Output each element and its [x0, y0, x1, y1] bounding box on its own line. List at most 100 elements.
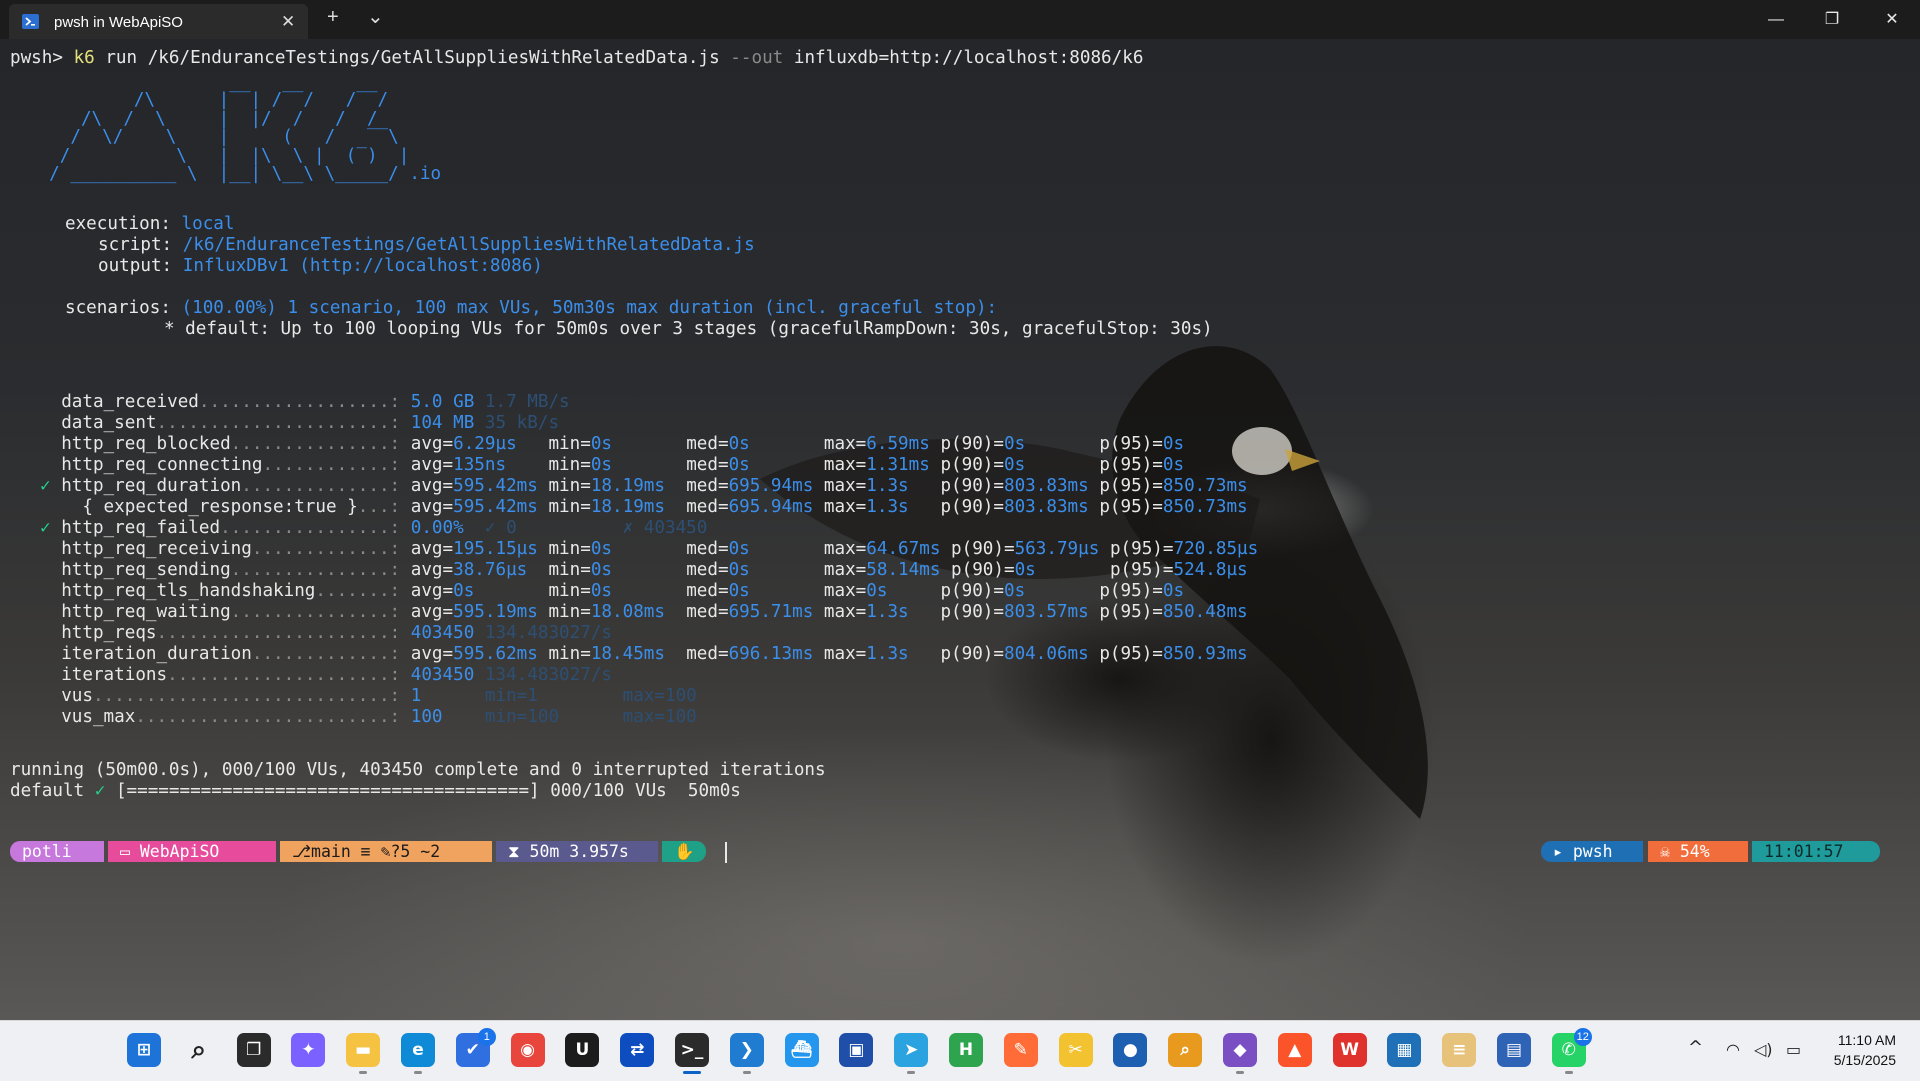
text-cursor	[725, 842, 727, 863]
terminal-tab[interactable]: pwsh in WebApiSO ✕	[9, 4, 308, 39]
metric-stat-label: min=	[548, 602, 591, 622]
metric-stat-label: min=	[548, 581, 591, 601]
vscode-icon[interactable]: ❯	[729, 1033, 764, 1067]
minimize-button[interactable]: —	[1748, 0, 1804, 39]
windows-start-icon[interactable]: ⊞	[127, 1033, 161, 1067]
metric-stat-value: 0s	[1014, 560, 1036, 580]
metric-stat-value: 64.67ms	[866, 539, 941, 559]
metric-row: ✓ http_req_failed................: 0.00%…	[40, 518, 707, 539]
check-icon	[40, 497, 61, 517]
network-icon[interactable]: ▤	[1497, 1033, 1531, 1067]
check-icon	[40, 560, 61, 580]
running-indicator	[907, 1071, 916, 1074]
metric-stat-value: 18.19ms	[590, 497, 665, 517]
metric-value: 35 kB/s	[484, 413, 560, 433]
command-flag: --out	[730, 48, 784, 68]
metric-stat-value: 850.48ms	[1162, 602, 1248, 622]
metric-stat-label: max=	[823, 434, 867, 454]
maximize-button[interactable]: ❐	[1804, 0, 1860, 39]
metric-stat-value: 803.57ms	[1004, 602, 1089, 622]
volume-icon[interactable]: ◁)	[1754, 1040, 1773, 1059]
metric-value: max=1.3s	[824, 602, 941, 622]
metric-value: 403450	[410, 665, 485, 685]
notes-icon[interactable]: ≡	[1442, 1033, 1477, 1067]
metric-stat-label: min=	[548, 455, 591, 475]
upwork-icon[interactable]: U	[565, 1033, 600, 1067]
metric-row: http_req_waiting...............: avg=595…	[40, 602, 1248, 623]
running-indicator	[1564, 1071, 1573, 1074]
metric-stat-label: avg=	[410, 434, 454, 454]
tools-icon[interactable]: ✂	[1058, 1033, 1093, 1067]
edge-icon[interactable]: e	[401, 1033, 435, 1067]
metric-stat-value: 0s	[1162, 434, 1185, 454]
running-line: running (50m00.0s), 000/100 VUs, 403450 …	[10, 760, 826, 780]
prompt-label: pwsh>	[10, 48, 63, 68]
progress-bar: [======================================]	[115, 781, 540, 801]
metric-stat-label: min=	[548, 476, 591, 496]
hackerrank-icon[interactable]: H	[949, 1033, 983, 1067]
metric-stat-label: max=	[823, 455, 867, 475]
metric-row: http_req_sending...............: avg=38.…	[40, 560, 1247, 581]
metric-value: med=0s	[686, 434, 824, 454]
metric-stat-label: p(95)=	[1109, 560, 1174, 580]
tray-chevron-icon[interactable]: ^	[1688, 1037, 1703, 1058]
docker-icon[interactable]: ⛴	[784, 1033, 819, 1067]
wps-icon[interactable]: W	[1332, 1033, 1367, 1067]
metric-stat-label: min=	[548, 497, 591, 517]
metric-value: p(90)=803.83ms	[940, 497, 1099, 517]
metric-value: avg=135ns	[411, 455, 549, 475]
metric-stat-value: 563.79µs	[1014, 539, 1100, 559]
recorder-icon[interactable]: ●	[1113, 1033, 1148, 1067]
close-tab-icon[interactable]: ✕	[281, 12, 295, 32]
metric-stat-label: p(90)=	[940, 644, 1004, 664]
prompt-folder: WebApiSO	[139, 842, 220, 861]
metric-dots: ................:	[220, 518, 411, 538]
close-window-button[interactable]: ✕	[1864, 0, 1920, 39]
metric-name: http_reqs	[61, 623, 157, 643]
metric-value: p(95)=0s	[1099, 581, 1184, 601]
metric-value: min=0s	[548, 581, 686, 601]
metric-row: http_req_tls_handshaking.......: avg=0s …	[40, 581, 1184, 602]
clock[interactable]: 11:10 AM 5/15/2025	[1806, 1030, 1896, 1070]
check-icon: ✓	[94, 781, 106, 801]
teamviewer-icon[interactable]: ⇄	[620, 1033, 655, 1067]
save-icon[interactable]: ▣	[839, 1033, 874, 1067]
metric-stat-label: p(90)=	[951, 539, 1015, 559]
metric-value: avg=0s	[411, 581, 549, 601]
git-branch-icon: ⎇	[292, 842, 312, 861]
metric-name: http_req_failed	[61, 518, 221, 538]
visual-studio-icon[interactable]: ◆	[1223, 1033, 1257, 1067]
metric-dots: ......................:	[156, 413, 411, 433]
chrome-icon[interactable]: ◉	[510, 1033, 545, 1067]
task-view-icon[interactable]: ❐	[236, 1033, 271, 1067]
metric-stat-value: 1.3s	[866, 476, 909, 496]
search-tool-icon[interactable]: ⌕	[1168, 1033, 1203, 1067]
output-label: output:	[98, 256, 173, 276]
metric-name: http_req_waiting	[61, 602, 231, 622]
terminal-icon[interactable]: >_	[675, 1033, 709, 1067]
tab-dropdown-icon[interactable]: ⌄	[367, 4, 384, 29]
metric-dots: ...............:	[230, 602, 411, 622]
brave-icon[interactable]: ▲	[1277, 1033, 1312, 1067]
postman-icon[interactable]: ✎	[1003, 1033, 1038, 1067]
metric-value: max=1.3s	[824, 644, 941, 664]
telegram-icon[interactable]: ➤	[894, 1033, 929, 1067]
wifi-icon[interactable]: ◠	[1726, 1040, 1740, 1059]
file-explorer-icon[interactable]: ▬	[346, 1033, 381, 1067]
metric-stat-label: med=	[686, 644, 729, 664]
metric-stat-label: avg=	[410, 581, 454, 601]
copilot-icon[interactable]: ✦	[291, 1033, 326, 1067]
metric-value: med=0s	[686, 581, 824, 601]
terminal-pane[interactable]: pwsh> k6 run /k6/EnduranceTestings/GetAl…	[0, 39, 1920, 1020]
metric-stat-value: 0s	[728, 434, 750, 454]
mobaxterm-icon[interactable]: ▦	[1387, 1033, 1422, 1067]
metric-stat-label: p(90)=	[940, 455, 1004, 475]
battery-icon[interactable]: ▭	[1786, 1040, 1801, 1059]
metric-stat-label: p(95)=	[1099, 434, 1163, 454]
search-icon[interactable]: ⌕	[182, 1033, 216, 1067]
metric-value: p(90)=804.06ms	[940, 644, 1099, 664]
metric-stat-label: med=	[686, 560, 729, 580]
new-tab-button[interactable]: +	[327, 6, 339, 29]
metric-stat-label: med=	[686, 581, 729, 601]
prompt-user: potli	[22, 842, 72, 861]
